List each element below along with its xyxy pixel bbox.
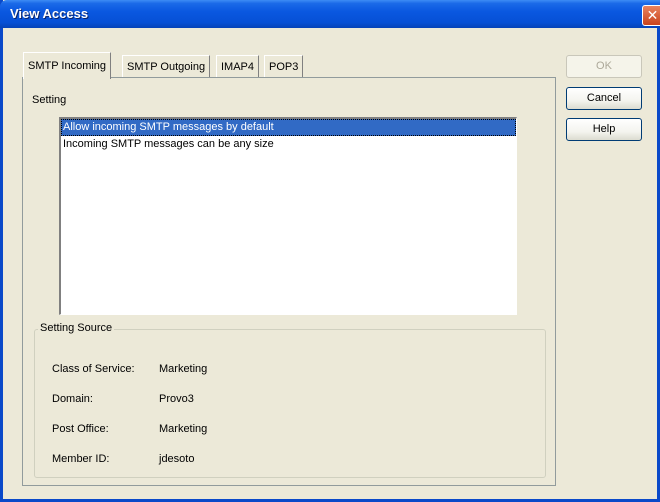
tab-smtp-incoming[interactable]: SMTP Incoming xyxy=(23,52,112,79)
tab-label: IMAP4 xyxy=(221,61,255,73)
list-item[interactable]: Allow incoming SMTP messages by default xyxy=(61,119,516,136)
cancel-button[interactable]: Cancel xyxy=(566,87,642,110)
list-item[interactable]: Incoming SMTP messages can be any size xyxy=(61,136,516,153)
domain-label: Domain: xyxy=(52,393,93,405)
window-title: View Access xyxy=(10,6,89,21)
tab-smtp-outgoing[interactable]: SMTP Outgoing xyxy=(122,55,211,78)
post-office-value: Marketing xyxy=(159,423,208,435)
member-id-label: Member ID: xyxy=(52,453,110,465)
setting-label: Setting xyxy=(32,94,67,106)
ok-button[interactable]: OK xyxy=(566,55,642,78)
title-bar[interactable]: View Access ✕ xyxy=(0,0,660,28)
tab-label: POP3 xyxy=(269,61,299,73)
tab-imap4[interactable]: IMAP4 xyxy=(216,55,260,78)
tab-label: SMTP Incoming xyxy=(28,60,107,72)
class-of-service-value: Marketing xyxy=(159,363,208,375)
close-button[interactable]: ✕ xyxy=(642,5,660,26)
post-office-label: Post Office: xyxy=(52,423,109,435)
tab-pop3[interactable]: POP3 xyxy=(264,55,304,78)
tab-label: SMTP Outgoing xyxy=(127,61,206,73)
setting-listbox[interactable]: Allow incoming SMTP messages by default … xyxy=(59,117,517,315)
help-button[interactable]: Help xyxy=(566,118,642,141)
domain-value: Provo3 xyxy=(159,393,194,405)
close-icon: ✕ xyxy=(646,7,659,23)
member-id-value: jdesoto xyxy=(159,453,195,465)
setting-source-group xyxy=(34,329,546,478)
setting-source-legend: Setting Source xyxy=(38,322,115,334)
class-of-service-label: Class of Service: xyxy=(52,363,135,375)
